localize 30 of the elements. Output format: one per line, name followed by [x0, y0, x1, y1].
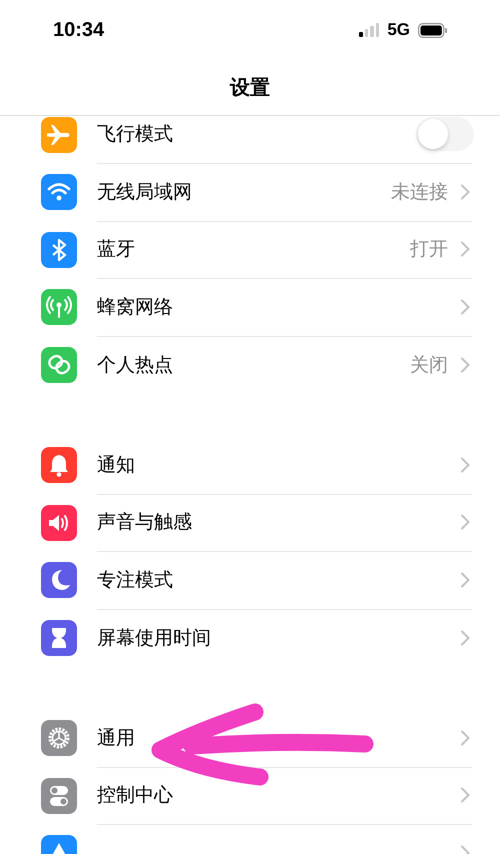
toggle-switch[interactable] [416, 117, 474, 152]
row-label[interactable]: 声音与触感 [97, 509, 460, 536]
row-label[interactable]: 屏幕使用时间 [97, 624, 460, 651]
chevron-icon [460, 241, 470, 258]
chevron-icon [460, 514, 470, 530]
chevron-icon [460, 456, 470, 473]
chevron-icon [460, 356, 470, 373]
row-value: 打开 [410, 237, 448, 262]
row-label[interactable]: 飞行模式 [97, 121, 416, 148]
row-label[interactable]: 通用 [97, 724, 460, 751]
row-value: 未连接 [391, 180, 448, 205]
page-title: 设置 [230, 74, 270, 101]
network-type: 5G [387, 20, 410, 40]
status-time: 10:34 [53, 18, 106, 42]
row-label[interactable]: 控制中心 [97, 782, 460, 808]
row-label[interactable]: 蓝牙 [97, 236, 410, 262]
battery-icon [418, 22, 448, 38]
chevron-icon [460, 184, 470, 200]
row-label[interactable]: 通知 [97, 452, 460, 478]
row-label[interactable]: 专注模式 [97, 566, 460, 593]
row-label[interactable]: 蜂窝网络 [97, 294, 460, 320]
chevron-icon [460, 298, 470, 315]
signal-icon [359, 23, 380, 37]
chevron-icon [460, 730, 470, 746]
row-value: 关闭 [410, 352, 448, 378]
chevron-icon [460, 787, 470, 804]
row-label[interactable]: 个人热点 [97, 352, 410, 378]
row-label[interactable]: 无线局域网 [97, 178, 391, 205]
chevron-icon [460, 630, 470, 646]
chevron-icon [460, 572, 470, 588]
